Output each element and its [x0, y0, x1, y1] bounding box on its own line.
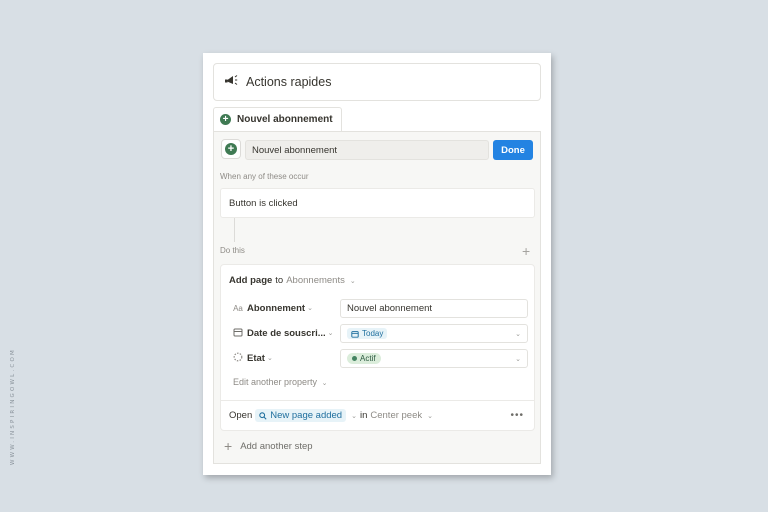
open-label: Open — [229, 410, 253, 421]
open-target-chip[interactable]: New page added — [255, 409, 347, 422]
button-editor-panel: + Done When any of these occur Button is… — [213, 131, 541, 464]
actions-header[interactable]: Actions rapides — [213, 63, 541, 101]
chevron-down-icon: ⌄ — [307, 305, 313, 312]
automation-card: Actions rapides + Nouvel abonnement + Do… — [203, 53, 551, 475]
button-icon-picker[interactable]: + — [221, 139, 241, 159]
button-name-input[interactable] — [245, 140, 489, 160]
property-row[interactable]: Etat ⌄ — [233, 349, 273, 367]
database-selector[interactable]: Abonnements — [286, 275, 345, 286]
date-chip: Today — [347, 328, 388, 339]
property-value-field[interactable]: Actif ⌄ — [340, 349, 528, 368]
in-label: in — [359, 410, 368, 421]
chevron-down-icon: ⌄ — [515, 355, 521, 363]
property-row[interactable]: Date de souscri... ⌄ — [233, 324, 334, 342]
do-this-label: Do this — [220, 246, 245, 255]
property-name: Date de souscri... — [247, 327, 326, 339]
property-value: Actif — [360, 354, 376, 363]
property-name: Abonnement — [247, 302, 306, 314]
chevron-down-icon: ⌄ — [321, 380, 328, 387]
open-step[interactable]: Open New page added ⌄ in Center peek ⌄ •… — [221, 400, 534, 430]
step-connector — [234, 218, 235, 242]
status-icon — [233, 352, 243, 364]
search-icon — [259, 411, 267, 420]
open-mode-selector[interactable]: Center peek — [370, 410, 422, 421]
watermark: WWW.INSPIRINGOWL.COM — [10, 348, 16, 465]
plus-circle-icon: + — [220, 114, 231, 125]
chevron-down-icon: ⌄ — [266, 355, 273, 362]
status-dot-icon — [352, 356, 357, 361]
property-value: Today — [362, 329, 384, 338]
tab-nouvel-abonnement[interactable]: + Nouvel abonnement — [213, 107, 342, 131]
action-heading[interactable]: Add page to Abonnements ⌄ — [229, 275, 356, 286]
action-connector: to — [275, 275, 284, 286]
add-another-step-button[interactable]: + Add another step — [224, 439, 313, 453]
action-verb: Add page — [229, 275, 273, 286]
property-value-field[interactable]: Today ⌄ — [340, 324, 528, 343]
property-value: Nouvel abonnement — [347, 303, 433, 314]
chevron-down-icon: ⌄ — [515, 330, 521, 338]
done-button[interactable]: Done — [493, 140, 533, 160]
chevron-down-icon: ⌄ — [349, 277, 356, 285]
tab-label: Nouvel abonnement — [237, 114, 333, 125]
plus-icon: + — [224, 438, 233, 454]
plus-icon[interactable]: + — [522, 244, 530, 258]
chevron-down-icon: ⌄ — [351, 412, 357, 420]
add-step-label: Add another step — [240, 440, 313, 452]
more-options-icon[interactable]: ••• — [510, 410, 524, 421]
open-target: New page added — [270, 410, 343, 421]
edit-another-property-button[interactable]: Edit another property ⌄ — [233, 377, 327, 387]
chevron-down-icon: ⌄ — [327, 330, 334, 337]
plus-circle-icon: + — [225, 143, 237, 155]
property-name: Etat — [247, 352, 265, 364]
trigger-item[interactable]: Button is clicked — [220, 188, 535, 218]
property-value-field[interactable]: Nouvel abonnement — [340, 299, 528, 318]
chevron-down-icon: ⌄ — [427, 412, 434, 420]
calendar-icon — [233, 327, 243, 339]
trigger-section-label: When any of these occur — [220, 172, 309, 181]
status-chip: Actif — [347, 353, 381, 364]
action-step: Add page to Abonnements ⌄ Aa Abonnement … — [220, 264, 535, 431]
megaphone-icon — [224, 73, 238, 92]
text-property-icon: Aa — [233, 303, 243, 313]
property-row[interactable]: Aa Abonnement ⌄ — [233, 299, 313, 317]
page-title: Actions rapides — [246, 75, 332, 89]
